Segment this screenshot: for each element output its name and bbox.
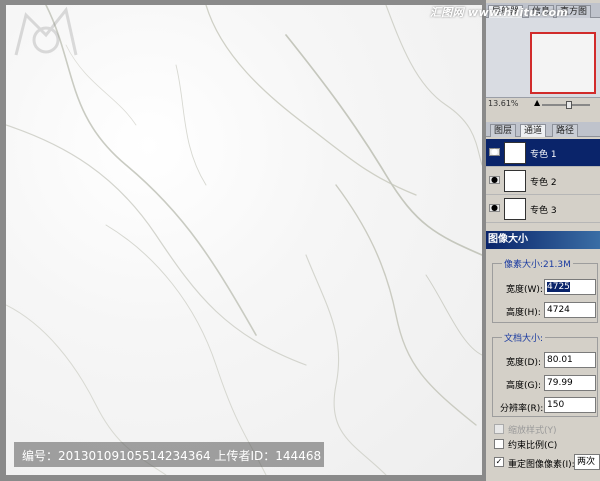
- watermark-logo-icon: [14, 6, 78, 56]
- pixel-height-input[interactable]: 4724: [544, 302, 596, 318]
- channel-row-spot-1[interactable]: ● 专色 1: [486, 139, 600, 167]
- channel-label: 专色 1: [530, 150, 557, 160]
- visibility-eye-icon[interactable]: ●: [489, 148, 500, 156]
- doc-width-label: 宽度(D):: [506, 358, 541, 368]
- constrain-proportions-checkbox[interactable]: [494, 439, 504, 449]
- visibility-eye-icon[interactable]: ●: [489, 204, 500, 212]
- image-canvas[interactable]: [6, 5, 482, 475]
- channels-panel: ● 专色 1 ● 专色 2 ● 专色 3: [486, 137, 600, 227]
- channels-tabs: 图层 通道 路径: [486, 122, 600, 138]
- height-label: 高度(H):: [506, 308, 541, 318]
- tab-channels[interactable]: 通道: [520, 124, 547, 138]
- navigator-thumbnail[interactable]: [530, 32, 596, 94]
- zoom-out-icon[interactable]: ▲: [534, 98, 540, 107]
- doc-width-input[interactable]: 80.01: [544, 352, 596, 368]
- channel-thumbnail: [504, 142, 526, 164]
- scale-styles-label: 缩放样式(Y): [508, 426, 557, 436]
- channel-row-spot-3[interactable]: ● 专色 3: [486, 195, 600, 223]
- image-size-dialog: 图像大小 像素大小:21.3M 宽度(W): 4725 高度(H): 4724 …: [486, 231, 600, 481]
- zoom-slider-handle[interactable]: [566, 101, 572, 109]
- visibility-eye-icon[interactable]: ●: [489, 176, 500, 184]
- scale-styles-checkbox[interactable]: [494, 424, 504, 434]
- pixel-dimensions-label: 像素大小:21.3M: [502, 257, 573, 270]
- channel-thumbnail: [504, 198, 526, 220]
- document-window: 编号：20130109105514234364 上传者ID：144468: [0, 0, 486, 481]
- resample-checkbox[interactable]: ✓: [494, 457, 504, 467]
- channel-label: 专色 2: [530, 178, 557, 188]
- tab-paths[interactable]: 路径: [552, 124, 579, 137]
- watermark-text: 编号：20130109105514234364 上传者ID：144468: [22, 449, 322, 463]
- site-logo: 汇图网 www.huitu.com: [430, 6, 569, 19]
- channel-thumbnail: [504, 170, 526, 192]
- channel-row-spot-2[interactable]: ● 专色 2: [486, 167, 600, 195]
- document-size-label: 文档大小:: [502, 331, 546, 344]
- resample-method-select[interactable]: 两次: [574, 454, 600, 470]
- navigator-panel: [486, 18, 600, 98]
- tab-layers[interactable]: 图层: [490, 124, 517, 137]
- marble-texture: [6, 5, 482, 475]
- doc-height-label: 高度(G):: [506, 381, 542, 391]
- dialog-title[interactable]: 图像大小: [486, 231, 600, 249]
- doc-height-input[interactable]: 79.99: [544, 375, 596, 391]
- channel-label: 专色 3: [530, 206, 557, 216]
- resolution-input[interactable]: 150: [544, 397, 596, 413]
- zoom-value[interactable]: 13.61%: [488, 99, 519, 108]
- pixel-width-input[interactable]: 4725: [544, 279, 596, 295]
- constrain-proportions-label: 约束比例(C): [508, 441, 558, 451]
- resolution-label: 分辨率(R):: [500, 404, 544, 414]
- navigator-zoom-bar: 13.61% ▲: [486, 98, 600, 111]
- width-label: 宽度(W):: [506, 285, 543, 295]
- resample-label: 重定图像像素(I):: [508, 460, 575, 470]
